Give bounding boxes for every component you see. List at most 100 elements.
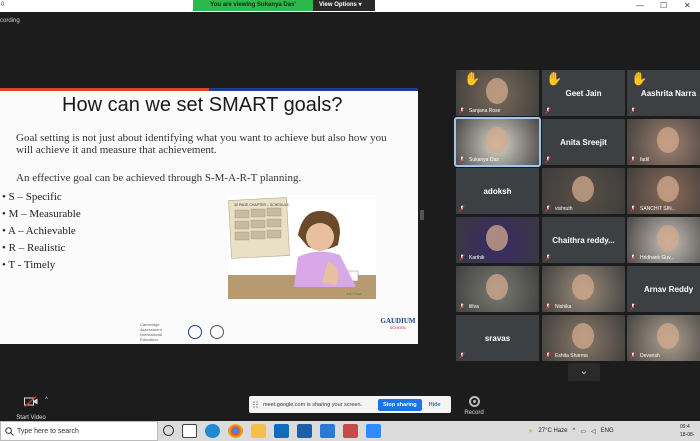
participant-tile[interactable]: Devansh — [627, 315, 700, 361]
store-icon[interactable] — [297, 424, 312, 438]
mic-muted-icon — [630, 352, 636, 359]
list-item: • R – Realistic — [2, 242, 66, 254]
mic-muted-icon — [545, 303, 551, 310]
system-tray: ☀ 27°C Haze ^ ▭ ◁ ENG — [528, 421, 614, 441]
affiliation-logos: Cambridge Assessment International Educa… — [140, 322, 224, 342]
participant-video — [657, 127, 679, 153]
edge-icon[interactable] — [205, 424, 220, 438]
participant-tile[interactable]: Anita Sreejit — [542, 119, 625, 165]
screen-share-banner: You are viewing Sukanya Das' screen View… — [193, 0, 375, 19]
cortana-icon[interactable] — [163, 425, 174, 436]
participant-tile[interactable]: Arnav Reddy — [627, 266, 700, 312]
screen-share-bar: meet.google.com is sharing your screen. … — [249, 396, 451, 413]
maximize-button[interactable]: ☐ — [660, 1, 667, 10]
tray-overflow-icon[interactable]: ^ — [572, 428, 575, 434]
mic-muted-icon — [459, 254, 465, 261]
participant-tile[interactable]: Aashrita Narra ✋ — [627, 70, 700, 116]
participant-tile[interactable]: sravas — [456, 315, 539, 361]
zoom-icon[interactable] — [366, 424, 381, 438]
participant-video — [572, 176, 594, 202]
video-options-caret-icon[interactable]: ^ — [45, 397, 48, 403]
participant-video — [657, 323, 679, 349]
search-icon — [5, 426, 14, 436]
language-indicator[interactable]: ENG — [601, 428, 614, 434]
slide-paragraph-1: Goal setting is not just about identifyi… — [16, 132, 387, 156]
participant-name: SANCHIT SIN... — [640, 206, 676, 212]
mic-muted-icon — [459, 156, 465, 163]
paint-icon[interactable] — [343, 424, 358, 438]
participant-name: Eshita Sharma — [555, 353, 588, 359]
view-options-button[interactable]: View Options ▾ — [313, 0, 375, 11]
start-video-button[interactable]: Start Video — [14, 396, 48, 421]
windows-taskbar: Type here to search ☀ 27°C Haze ^ ▭ ◁ EN… — [0, 421, 700, 441]
participant-big-name: Chaithra reddy... — [552, 235, 615, 245]
participant-tile[interactable]: vishruth — [542, 168, 625, 214]
participant-video — [572, 274, 594, 300]
participant-tile[interactable]: ✋ Sanjana Rose — [456, 70, 539, 116]
participant-video — [486, 127, 508, 153]
mic-muted-icon — [545, 205, 551, 212]
mic-muted-icon — [545, 254, 551, 261]
record-icon — [468, 396, 480, 407]
participant-tile[interactable]: Eshita Sharma — [542, 315, 625, 361]
top-bar: 0 You are viewing Sukanya Das' screen Vi… — [0, 0, 700, 19]
network-icon[interactable]: ▭ — [580, 428, 586, 435]
participant-tile[interactable]: Nishika — [542, 266, 625, 312]
close-button[interactable]: ✕ — [684, 1, 691, 10]
smart-list: • S – Specific • M – Measurable • A – Ac… — [2, 189, 81, 274]
taskbar-search-box[interactable]: Type here to search — [0, 421, 158, 441]
mic-muted-icon — [630, 205, 636, 212]
viewing-screen-text: You are viewing Sukanya Das' screen — [193, 0, 313, 19]
participant-tile[interactable]: Chaithra reddy... — [542, 217, 625, 263]
record-button[interactable]: Record — [460, 396, 488, 416]
illustration-credit: wiki How — [346, 291, 362, 296]
participant-name: fadil — [640, 157, 650, 163]
cambridge-logo: Cambridge Assessment International Educa… — [140, 322, 163, 342]
participant-tile[interactable]: Karthik — [456, 217, 539, 263]
panel-resize-handle[interactable] — [420, 210, 424, 220]
volume-icon[interactable]: ◁ — [591, 428, 596, 435]
list-item: • M – Measurable — [2, 208, 81, 220]
mic-muted-icon — [459, 205, 465, 212]
participant-name: Sanjana Rose — [469, 108, 501, 114]
photos-icon[interactable] — [320, 424, 335, 438]
participant-tile[interactable]: SANCHIT SIN... — [627, 168, 700, 214]
participant-tile[interactable]: Sukanya Das — [454, 117, 541, 167]
participant-video — [486, 78, 508, 104]
mic-muted-icon — [459, 107, 465, 114]
participant-video — [486, 274, 508, 300]
task-view-icon[interactable] — [182, 424, 197, 438]
mic-muted-icon — [545, 352, 551, 359]
participant-big-name: Anita Sreejit — [560, 137, 607, 147]
minimize-button[interactable]: — — [636, 1, 644, 10]
cbse-logo — [210, 325, 224, 339]
hide-button[interactable]: Hide — [429, 402, 441, 408]
mic-muted-icon — [459, 303, 465, 310]
participant-tile[interactable]: Geet Jain ✋ — [542, 70, 625, 116]
mic-muted-icon — [630, 254, 636, 261]
chrome-icon[interactable] — [228, 424, 243, 438]
schedule-heading: 30 PAGE CHAPTER – SCHEDULE — [234, 203, 290, 207]
participant-video — [486, 225, 508, 251]
participant-tile[interactable]: fadil — [627, 119, 700, 165]
file-explorer-icon[interactable] — [251, 424, 266, 438]
mail-icon[interactable] — [274, 424, 289, 438]
taskbar-clock[interactable]: 09:4 18-08- — [680, 423, 694, 439]
raised-hand-icon: ✋ — [631, 71, 648, 86]
participant-tile[interactable]: Hridhank Guv... — [627, 217, 700, 263]
participant-video — [657, 225, 679, 251]
more-participants-button[interactable]: ⌄ — [568, 363, 600, 381]
app-root: 0 You are viewing Sukanya Das' screen Vi… — [0, 0, 700, 441]
weather-text[interactable]: 27°C Haze — [538, 428, 567, 434]
drag-grip-icon[interactable] — [252, 400, 259, 409]
participant-tile[interactable]: adoksh — [456, 168, 539, 214]
participant-tile[interactable]: lillva — [456, 266, 539, 312]
mic-muted-icon — [630, 156, 636, 163]
participant-name: Nishika — [555, 304, 572, 310]
mic-muted-icon — [545, 107, 551, 114]
weather-icon[interactable]: ☀ — [528, 428, 533, 435]
participant-big-name: adoksh — [483, 186, 512, 196]
sharing-status-text: meet.google.com is sharing your screen. — [263, 401, 363, 408]
video-off-icon — [24, 396, 38, 407]
stop-sharing-button[interactable]: Stop sharing — [378, 398, 422, 411]
